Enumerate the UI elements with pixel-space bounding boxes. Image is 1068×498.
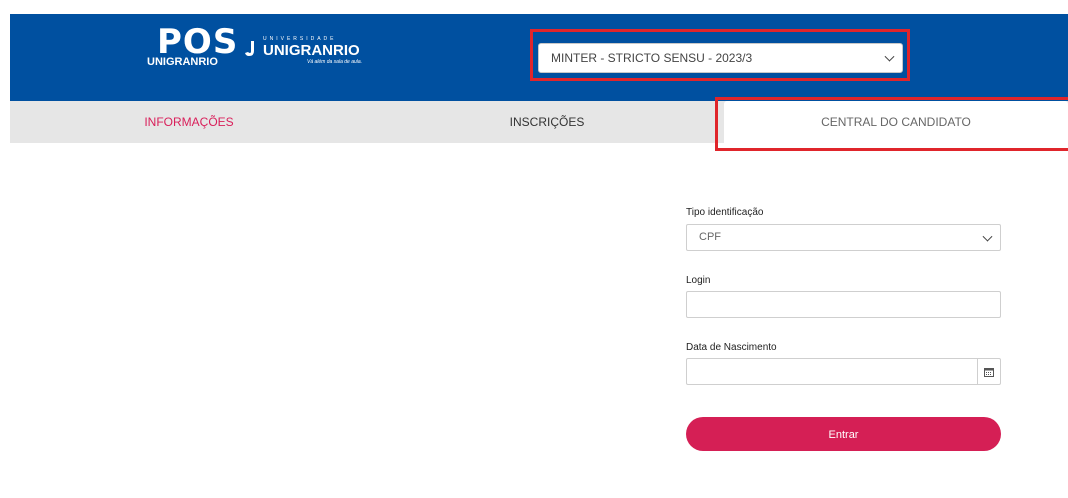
login-label: Login bbox=[686, 275, 711, 286]
program-select-value: MINTER - STRICTO SENSU - 2023/3 bbox=[551, 51, 753, 65]
tipo-identificacao-select[interactable]: CPF bbox=[686, 224, 1001, 251]
chevron-down-icon bbox=[982, 231, 993, 242]
login-input[interactable] bbox=[686, 291, 1001, 318]
program-select[interactable]: MINTER - STRICTO SENSU - 2023/3 bbox=[538, 43, 903, 73]
tipo-identificacao-value: CPF bbox=[699, 231, 721, 243]
logo-pos-sub: UNIGRANRIO bbox=[147, 56, 218, 68]
universidade-unigranrio-logo[interactable]: UNIVERSIDADE UNIGRANRIO Vá além da sala … bbox=[245, 36, 385, 66]
data-nascimento-input[interactable] bbox=[686, 358, 1001, 385]
logo-uni-slogan: Vá além da sala de aula. bbox=[307, 59, 363, 65]
tab-inscricoes[interactable]: INSCRIÇÕES bbox=[368, 101, 726, 143]
calendar-icon[interactable] bbox=[977, 359, 1000, 384]
tipo-identificacao-label: Tipo identificação bbox=[686, 207, 764, 218]
central-tab-highlight bbox=[715, 97, 1068, 151]
entrar-button[interactable]: Entrar bbox=[686, 417, 1001, 451]
pos-unigranrio-logo[interactable]: POS UNIGRANRIO bbox=[147, 22, 247, 72]
tab-informacoes[interactable]: INFORMAÇÕES bbox=[10, 101, 368, 143]
unigranrio-mark-icon bbox=[245, 41, 254, 56]
data-nascimento-label: Data de Nascimento bbox=[686, 342, 777, 353]
chevron-down-icon bbox=[884, 51, 895, 62]
logo-uni-big: UNIGRANRIO bbox=[263, 42, 360, 59]
